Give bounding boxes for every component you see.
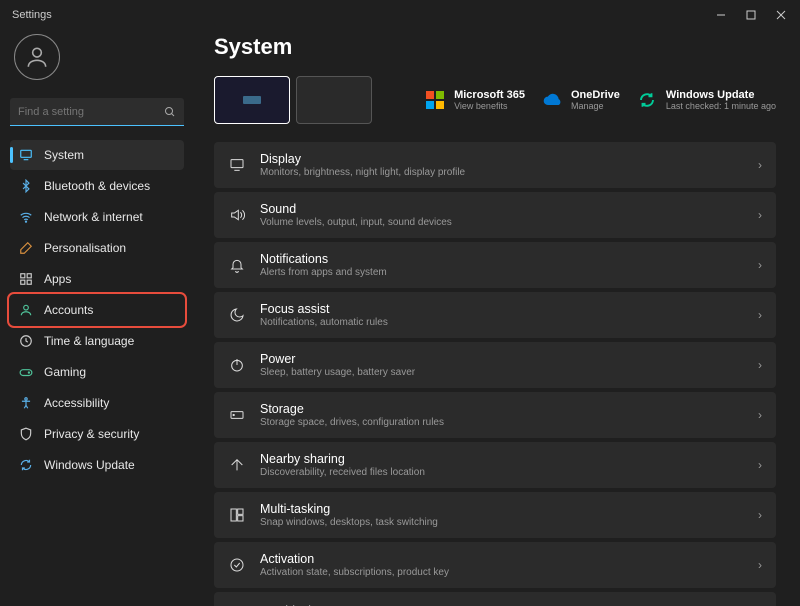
- person-icon: [18, 302, 34, 318]
- gaming-icon: [18, 364, 34, 380]
- window-title: Settings: [12, 9, 706, 21]
- storage-icon: [228, 406, 246, 424]
- ms365-icon: [424, 89, 446, 111]
- row-multitask[interactable]: Multi-taskingSnap windows, desktops, tas…: [214, 492, 776, 538]
- chevron-right-icon: ›: [758, 258, 762, 272]
- main-content: System Microsoft 365View benefits OneDri…: [194, 30, 800, 606]
- chevron-right-icon: ›: [758, 508, 762, 522]
- nav-update[interactable]: Windows Update: [10, 450, 184, 480]
- nav-gaming[interactable]: Gaming: [10, 357, 184, 387]
- hero-update[interactable]: Windows UpdateLast checked: 1 minute ago: [636, 89, 776, 111]
- apps-icon: [18, 271, 34, 287]
- row-notifications[interactable]: NotificationsAlerts from apps and system…: [214, 242, 776, 288]
- search-icon: [164, 106, 176, 118]
- wrench-icon: [228, 602, 246, 606]
- display-thumb-2[interactable]: [296, 76, 372, 124]
- nav-accounts[interactable]: Accounts: [10, 295, 184, 325]
- system-icon: [18, 147, 34, 163]
- maximize-button[interactable]: [736, 0, 766, 30]
- accessibility-icon: [18, 395, 34, 411]
- chevron-right-icon: ›: [758, 158, 762, 172]
- row-sound[interactable]: SoundVolume levels, output, input, sound…: [214, 192, 776, 238]
- brush-icon: [18, 240, 34, 256]
- page-title: System: [214, 34, 776, 60]
- nav-bluetooth[interactable]: Bluetooth & devices: [10, 171, 184, 201]
- sound-icon: [228, 206, 246, 224]
- moon-icon: [228, 306, 246, 324]
- nav-apps[interactable]: Apps: [10, 264, 184, 294]
- search-input[interactable]: [18, 106, 164, 118]
- nav-privacy[interactable]: Privacy & security: [10, 419, 184, 449]
- search-box[interactable]: [10, 98, 184, 126]
- clock-icon: [18, 333, 34, 349]
- row-power[interactable]: PowerSleep, battery usage, battery saver…: [214, 342, 776, 388]
- titlebar: Settings: [0, 0, 800, 30]
- nav-network[interactable]: Network & internet: [10, 202, 184, 232]
- row-activation[interactable]: ActivationActivation state, subscription…: [214, 542, 776, 588]
- hero-ms365[interactable]: Microsoft 365View benefits: [424, 89, 525, 111]
- row-nearby[interactable]: Nearby sharingDiscoverability, received …: [214, 442, 776, 488]
- settings-list: DisplayMonitors, brightness, night light…: [214, 142, 776, 606]
- row-storage[interactable]: StorageStorage space, drives, configurat…: [214, 392, 776, 438]
- nav-list: System Bluetooth & devices Network & int…: [10, 140, 184, 480]
- row-display[interactable]: DisplayMonitors, brightness, night light…: [214, 142, 776, 188]
- nav-personalisation[interactable]: Personalisation: [10, 233, 184, 263]
- row-focus[interactable]: Focus assistNotifications, automatic rul…: [214, 292, 776, 338]
- close-button[interactable]: [766, 0, 796, 30]
- user-avatar[interactable]: [14, 34, 60, 80]
- onedrive-icon: [541, 89, 563, 111]
- chevron-right-icon: ›: [758, 558, 762, 572]
- chevron-right-icon: ›: [758, 208, 762, 222]
- nav-accessibility[interactable]: Accessibility: [10, 388, 184, 418]
- sidebar: System Bluetooth & devices Network & int…: [0, 30, 194, 606]
- display-thumbnails: [214, 76, 372, 124]
- chevron-right-icon: ›: [758, 308, 762, 322]
- chevron-right-icon: ›: [758, 358, 762, 372]
- shield-icon: [18, 426, 34, 442]
- nav-system[interactable]: System: [10, 140, 184, 170]
- wifi-icon: [18, 209, 34, 225]
- chevron-right-icon: ›: [758, 408, 762, 422]
- chevron-right-icon: ›: [758, 458, 762, 472]
- check-icon: [228, 556, 246, 574]
- multitask-icon: [228, 506, 246, 524]
- display-thumb-1[interactable]: [214, 76, 290, 124]
- update-icon: [18, 457, 34, 473]
- hero-onedrive[interactable]: OneDriveManage: [541, 89, 620, 111]
- minimize-button[interactable]: [706, 0, 736, 30]
- share-icon: [228, 456, 246, 474]
- bluetooth-icon: [18, 178, 34, 194]
- windows-update-icon: [636, 89, 658, 111]
- power-icon: [228, 356, 246, 374]
- hero-row: Microsoft 365View benefits OneDriveManag…: [214, 76, 776, 124]
- row-troubleshoot[interactable]: Troubleshoot›: [214, 592, 776, 606]
- display-icon: [228, 156, 246, 174]
- nav-time[interactable]: Time & language: [10, 326, 184, 356]
- bell-icon: [228, 256, 246, 274]
